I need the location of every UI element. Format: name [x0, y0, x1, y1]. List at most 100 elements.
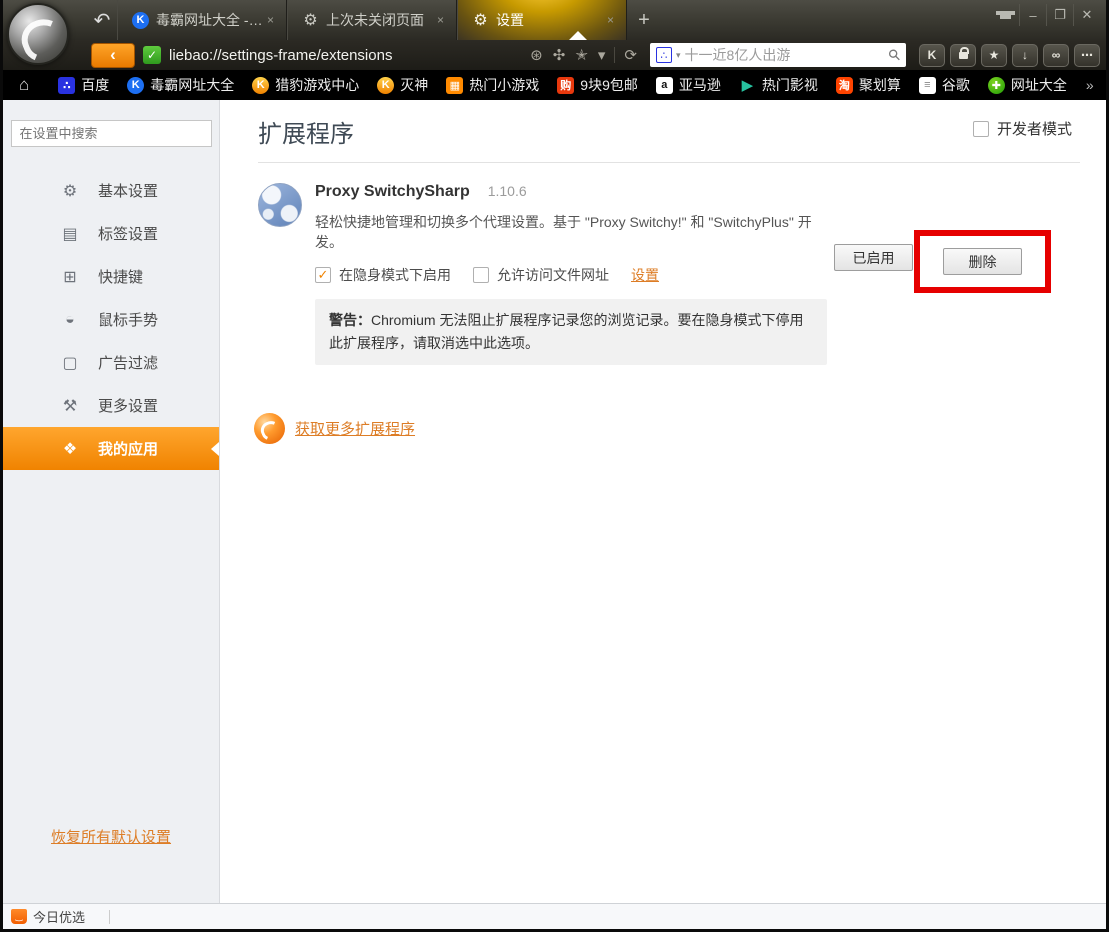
play-icon: ▶	[739, 77, 756, 94]
extension-options-link[interactable]: 设置	[631, 265, 659, 285]
sidebar-item-ad-filter[interactable]: ▢ 广告过滤	[3, 341, 219, 384]
tab-settings[interactable]: ⚙ 设置 ×	[457, 0, 627, 40]
red-annotation-box: 删除	[914, 230, 1051, 293]
sidebar-item-basic-settings[interactable]: ⚙ 基本设置	[3, 169, 219, 212]
browser-window: ↶ K 毒霸网址大全 - 安全... × ⚙ 上次未关闭页面 × ⚙ 设置 × …	[0, 0, 1109, 932]
bookmark-label: 百度	[81, 75, 109, 95]
kingsoft-button[interactable]: K	[919, 44, 945, 67]
search-input[interactable]: 十一近8亿人出游	[685, 45, 889, 65]
download-button[interactable]: ↓	[1012, 44, 1038, 67]
extension-name: Proxy SwitchySharp	[315, 183, 470, 201]
refresh-icon[interactable]: ⟳	[619, 46, 642, 64]
tab-close-icon[interactable]: ×	[603, 11, 618, 29]
tab-favicon-k: K	[132, 12, 149, 29]
incognito-checkbox[interactable]: ✓	[315, 267, 331, 283]
maximize-button[interactable]: ❐	[1046, 4, 1073, 26]
wrench-icon: ⚒	[60, 396, 80, 416]
tab-duba-homepage[interactable]: K 毒霸网址大全 - 安全... ×	[117, 0, 287, 40]
toolbar-divider	[614, 47, 615, 63]
sidebar-item-label: 鼠标手势	[98, 309, 158, 330]
more-menu-button[interactable]: ⋯	[1074, 44, 1100, 67]
mini-games-icon: ▦	[446, 77, 463, 94]
tab-last-session[interactable]: ⚙ 上次未关闭页面 ×	[287, 0, 457, 40]
skin-button[interactable]	[992, 4, 1019, 26]
file-access-checkbox[interactable]	[473, 267, 489, 283]
bookmark-9kuai9[interactable]: 购 9块9包邮	[548, 70, 647, 100]
developer-mode-checkbox[interactable]	[973, 121, 989, 137]
extension-row: Proxy SwitchySharp 1.10.6 轻松快捷地管理和切换多个代理…	[258, 183, 1080, 365]
statusbar-divider	[109, 910, 110, 924]
titlebar-back-icon[interactable]: ↶	[87, 0, 117, 40]
bookmark-label: 毒霸网址大全	[150, 75, 234, 95]
developer-mode-toggle[interactable]: 开发者模式	[973, 118, 1072, 139]
shopping-bag-icon[interactable]: ‿	[11, 909, 27, 924]
bookmark-site-directory[interactable]: ✚ 网址大全	[979, 70, 1076, 100]
incognito-label: 在隐身模式下启用	[339, 265, 451, 285]
enabled-button[interactable]: 已启用	[834, 244, 913, 271]
lock-button[interactable]	[950, 44, 976, 67]
extension-description: 轻松快捷地管理和切换多个代理设置。基于 "Proxy Switchy!" 和 "…	[315, 212, 835, 252]
close-button[interactable]: ✕	[1073, 4, 1100, 26]
incognito-toggle[interactable]: ✓ 在隐身模式下启用	[315, 265, 451, 285]
gear-icon: ⚙	[302, 12, 319, 29]
chevron-down-icon[interactable]: ▾	[593, 46, 611, 64]
sidebar-item-mouse-gestures[interactable]: ◒ 鼠标手势	[3, 298, 219, 341]
page-title: 扩展程序	[258, 114, 1080, 163]
sidebar-item-more-settings[interactable]: ⚒ 更多设置	[3, 384, 219, 427]
delete-button[interactable]: 删除	[943, 248, 1022, 275]
warning-bold: 警告：	[329, 312, 371, 328]
settings-search-input[interactable]	[11, 120, 212, 147]
tab-label: 设置	[496, 10, 603, 30]
new-tab-button[interactable]: +	[627, 0, 661, 40]
bookmark-duba[interactable]: K 毒霸网址大全	[118, 70, 243, 100]
search-box[interactable]: ∴ ▾ 十一近8亿人出游 ⚲	[650, 43, 906, 67]
file-access-toggle[interactable]: 允许访问文件网址	[473, 265, 609, 285]
get-more-extensions-link[interactable]: 获取更多扩展程序	[295, 418, 415, 439]
send-to-phone-button[interactable]: 发送到手机	[1104, 70, 1106, 100]
restore-defaults-link[interactable]: 恢复所有默认设置	[51, 826, 171, 847]
daily-picks-label[interactable]: 今日优选	[33, 907, 85, 926]
duba-icon: K	[127, 77, 144, 94]
back-button[interactable]: ‹	[91, 43, 135, 68]
bookmark-mini-games[interactable]: ▦ 热门小游戏	[437, 70, 548, 100]
tab-close-icon[interactable]: ×	[433, 11, 448, 29]
favorites-button[interactable]: ★	[981, 44, 1007, 67]
bookmarks-overflow-icon[interactable]: »	[1076, 77, 1104, 93]
address-bar[interactable]: liebao://settings-frame/extensions	[169, 47, 525, 64]
tab-label: 上次未关闭页面	[326, 10, 433, 30]
speed-mode-icon[interactable]: ✣	[548, 46, 571, 64]
mouse-icon: ◒	[60, 311, 80, 329]
bookmark-label: 猎豹游戏中心	[275, 75, 359, 95]
liebao-logo-icon[interactable]	[7, 3, 69, 65]
search-engine-caret-icon[interactable]: ▾	[672, 50, 685, 61]
sidebar-item-shortcuts[interactable]: ⊞ 快捷键	[3, 255, 219, 298]
bookmark-mieshen[interactable]: K 灭神	[368, 70, 437, 100]
sidebar-item-tab-settings[interactable]: ▤ 标签设置	[3, 212, 219, 255]
bookmark-label: 热门影视	[762, 75, 818, 95]
bookmark-google[interactable]: ≡ 谷歌	[910, 70, 979, 100]
status-bar: ‿ 今日优选	[3, 903, 1106, 929]
security-check-icon[interactable]: ✓	[143, 46, 161, 64]
tab-label: 毒霸网址大全 - 安全...	[156, 10, 263, 30]
settings-menu: ⚙ 基本设置 ▤ 标签设置 ⊞ 快捷键 ◒ 鼠标手势 ▢ 广告过滤	[3, 169, 219, 470]
bookmark-label: 聚划算	[859, 75, 901, 95]
active-tab-notch	[569, 31, 587, 40]
bookmark-add-icon[interactable]: ✭	[570, 46, 593, 64]
bookmark-label: 网址大全	[1011, 75, 1067, 95]
games-button[interactable]: ∞	[1043, 44, 1069, 67]
bookmark-game-center[interactable]: K 猎豹游戏中心	[243, 70, 368, 100]
liebao-store-icon[interactable]	[254, 413, 285, 444]
tab-close-icon[interactable]: ×	[263, 11, 278, 29]
home-icon[interactable]: ⌂	[11, 75, 37, 95]
bookmark-movies[interactable]: ▶ 热门影视	[730, 70, 827, 100]
bookmark-amazon[interactable]: a 亚马逊	[647, 70, 730, 100]
minimize-button[interactable]: –	[1019, 4, 1046, 26]
bookmark-juhuasuan[interactable]: 淘 聚划算	[827, 70, 910, 100]
bookmark-label: 谷歌	[942, 75, 970, 95]
bookmark-baidu[interactable]: ∴ 百度	[49, 70, 118, 100]
globe-mode-icon[interactable]: ⊛	[525, 46, 548, 64]
sidebar-item-my-apps[interactable]: ❖ 我的应用	[3, 427, 219, 470]
plus-circle-icon: ✚	[988, 77, 1005, 94]
baidu-paw-icon[interactable]: ∴	[656, 47, 672, 63]
settings-sidebar: ⚙ 基本设置 ▤ 标签设置 ⊞ 快捷键 ◒ 鼠标手势 ▢ 广告过滤	[3, 100, 220, 903]
